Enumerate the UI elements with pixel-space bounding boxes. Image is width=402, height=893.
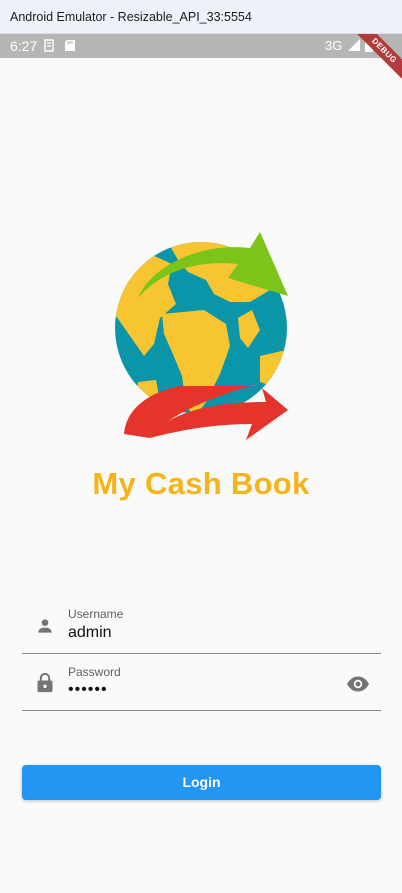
emulator-titlebar: Android Emulator - Resizable_API_33:5554 xyxy=(0,0,402,34)
sd-card-icon xyxy=(65,40,75,51)
phone-screen: 6:27 3G DEBUG My Cash Book Username admi… xyxy=(0,34,402,893)
signal-icon xyxy=(348,39,360,51)
username-label: Username xyxy=(68,607,124,621)
lock-icon xyxy=(37,672,53,693)
network-type: 3G xyxy=(325,38,343,53)
username-field[interactable]: Username admin xyxy=(22,596,381,654)
password-underline xyxy=(22,710,381,711)
sim-notification-icon xyxy=(44,39,54,52)
password-input[interactable]: •••••• xyxy=(68,681,108,699)
window-title: Android Emulator - Resizable_API_33:5554 xyxy=(10,10,252,24)
username-input[interactable]: admin xyxy=(68,624,112,642)
person-icon xyxy=(38,619,52,633)
app-logo-icon xyxy=(115,232,288,440)
password-field[interactable]: Password •••••• xyxy=(22,654,381,712)
status-bar: 6:27 3G xyxy=(0,34,402,58)
eye-icon[interactable] xyxy=(346,672,370,696)
status-time: 6:27 xyxy=(10,38,38,54)
app-brand-title: My Cash Book xyxy=(92,466,310,501)
password-label: Password xyxy=(68,665,121,679)
login-button[interactable]: Login xyxy=(22,765,381,800)
